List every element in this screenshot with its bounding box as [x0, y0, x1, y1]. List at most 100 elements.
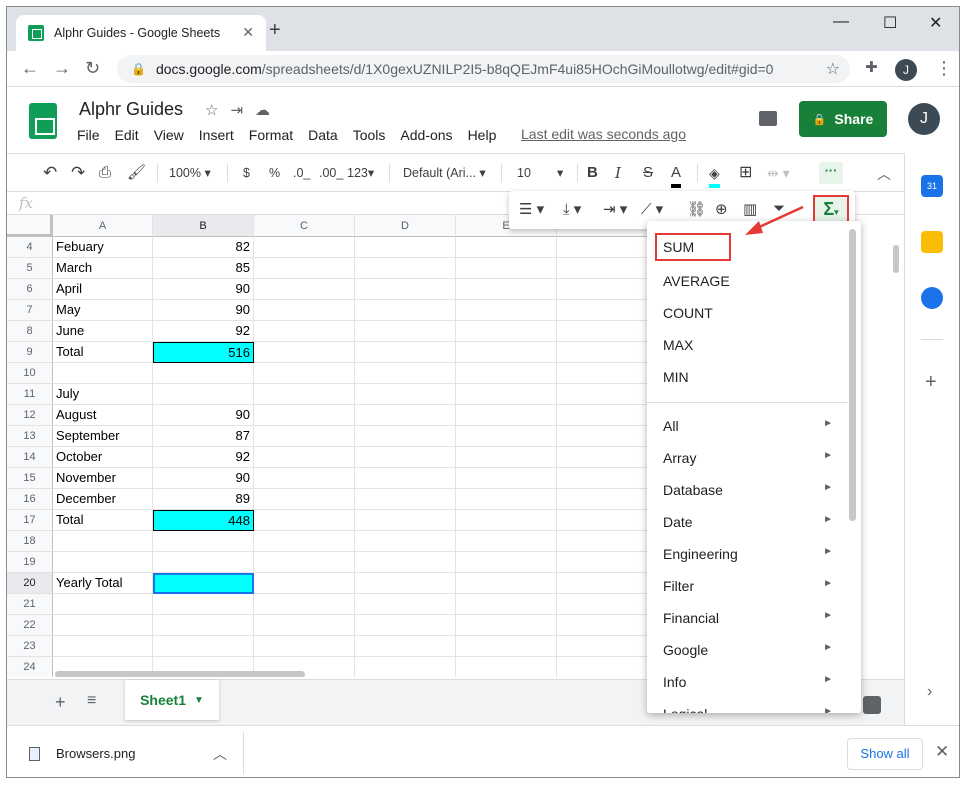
cell-a18[interactable]: [53, 531, 153, 552]
percent-format-button[interactable]: %: [269, 154, 280, 192]
cell-d17[interactable]: [355, 510, 456, 531]
chevron-up-icon[interactable]: ︿: [213, 744, 227, 764]
menu-file[interactable]: File: [77, 127, 100, 143]
cell-b7[interactable]: 90: [153, 300, 254, 321]
cell-c12[interactable]: [254, 405, 355, 426]
cell-f9[interactable]: [557, 342, 658, 363]
cell-c14[interactable]: [254, 447, 355, 468]
function-category-all[interactable]: All ►: [663, 418, 833, 434]
cell-d5[interactable]: [355, 258, 456, 279]
row-header[interactable]: 23: [7, 636, 53, 657]
row-header[interactable]: 17: [7, 510, 53, 531]
cell-a16[interactable]: December: [53, 489, 153, 510]
cell-d12[interactable]: [355, 405, 456, 426]
cell-b5[interactable]: 85: [153, 258, 254, 279]
download-bar-close-icon[interactable]: ✕: [935, 742, 949, 762]
cell-d22[interactable]: [355, 615, 456, 636]
cell-e8[interactable]: [456, 321, 557, 342]
paint-format-icon[interactable]: 🖌: [127, 154, 146, 192]
cell-e11[interactable]: [456, 384, 557, 405]
row-header[interactable]: 16: [7, 489, 53, 510]
insert-link-icon[interactable]: ⛓: [687, 200, 706, 218]
cell-c9[interactable]: [254, 342, 355, 363]
cell-f6[interactable]: [557, 279, 658, 300]
row-header[interactable]: 13: [7, 426, 53, 447]
cell-c19[interactable]: [254, 552, 355, 573]
cell-a5[interactable]: March: [53, 258, 153, 279]
function-min[interactable]: MIN: [663, 369, 689, 385]
insert-comment-icon[interactable]: ⊕: [715, 200, 728, 218]
cell-d13[interactable]: [355, 426, 456, 447]
cell-d4[interactable]: [355, 237, 456, 258]
tasks-icon[interactable]: [921, 287, 943, 309]
cell-e10[interactable]: [456, 363, 557, 384]
share-button[interactable]: 🔒 Share: [799, 101, 887, 137]
cell-a19[interactable]: [53, 552, 153, 573]
merge-cells-icon[interactable]: ⇹ ▾: [767, 154, 790, 192]
explore-icon[interactable]: [863, 696, 881, 714]
function-category-engineering[interactable]: Engineering ►: [663, 546, 833, 562]
row-header[interactable]: 5: [7, 258, 53, 279]
row-header[interactable]: 8: [7, 321, 53, 342]
cell-b17[interactable]: 448: [153, 510, 254, 531]
star-icon[interactable]: ☆: [205, 102, 230, 119]
cell-c21[interactable]: [254, 594, 355, 615]
cell-c4[interactable]: [254, 237, 355, 258]
account-avatar[interactable]: J: [908, 103, 940, 135]
cell-f16[interactable]: [557, 489, 658, 510]
column-header-a[interactable]: A: [53, 215, 153, 237]
functions-button[interactable]: Σ▾: [813, 195, 849, 224]
cell-e5[interactable]: [456, 258, 557, 279]
cell-b15[interactable]: 90: [153, 468, 254, 489]
row-header[interactable]: 14: [7, 447, 53, 468]
cell-f21[interactable]: [557, 594, 658, 615]
column-header-c[interactable]: C: [254, 215, 355, 237]
cell-e24[interactable]: [456, 657, 557, 677]
cell-f24[interactable]: [557, 657, 658, 677]
cell-d6[interactable]: [355, 279, 456, 300]
row-header[interactable]: 6: [7, 279, 53, 300]
menu-insert[interactable]: Insert: [199, 127, 234, 143]
more-formats-button[interactable]: 123▾: [347, 154, 374, 192]
cell-d15[interactable]: [355, 468, 456, 489]
column-header-b[interactable]: B: [153, 215, 254, 237]
cell-d21[interactable]: [355, 594, 456, 615]
cell-f17[interactable]: [557, 510, 658, 531]
function-sum[interactable]: SUM: [655, 233, 731, 261]
menu-scrollbar[interactable]: [849, 229, 856, 521]
filter-icon[interactable]: ⏷: [773, 200, 785, 217]
cell-e6[interactable]: [456, 279, 557, 300]
row-header[interactable]: 12: [7, 405, 53, 426]
cell-f5[interactable]: [557, 258, 658, 279]
function-category-array[interactable]: Array ►: [663, 450, 833, 466]
row-header[interactable]: 18: [7, 531, 53, 552]
cell-d23[interactable]: [355, 636, 456, 657]
cell-e21[interactable]: [456, 594, 557, 615]
comments-icon[interactable]: [759, 111, 777, 126]
currency-format-button[interactable]: $: [243, 154, 250, 192]
cell-e15[interactable]: [456, 468, 557, 489]
cell-b18[interactable]: [153, 531, 254, 552]
cell-b13[interactable]: 87: [153, 426, 254, 447]
cell-a10[interactable]: [53, 363, 153, 384]
cell-e14[interactable]: [456, 447, 557, 468]
cell-c10[interactable]: [254, 363, 355, 384]
row-header[interactable]: 11: [7, 384, 53, 405]
cell-d10[interactable]: [355, 363, 456, 384]
cell-d11[interactable]: [355, 384, 456, 405]
window-close-icon[interactable]: ✕: [929, 13, 942, 33]
function-max[interactable]: MAX: [663, 337, 693, 353]
cell-a11[interactable]: July: [53, 384, 153, 405]
document-title[interactable]: Alphr Guides: [79, 99, 183, 120]
cell-c6[interactable]: [254, 279, 355, 300]
cell-e20[interactable]: [456, 573, 557, 594]
new-tab-button[interactable]: +: [269, 19, 281, 42]
cell-a17[interactable]: Total: [53, 510, 153, 531]
cell-b19[interactable]: [153, 552, 254, 573]
bookmark-star-icon[interactable]: ☆: [826, 59, 840, 79]
cell-b21[interactable]: [153, 594, 254, 615]
cell-f22[interactable]: [557, 615, 658, 636]
cell-a12[interactable]: August: [53, 405, 153, 426]
cell-e23[interactable]: [456, 636, 557, 657]
vertical-align-icon[interactable]: ⤓ ▾: [563, 200, 581, 218]
